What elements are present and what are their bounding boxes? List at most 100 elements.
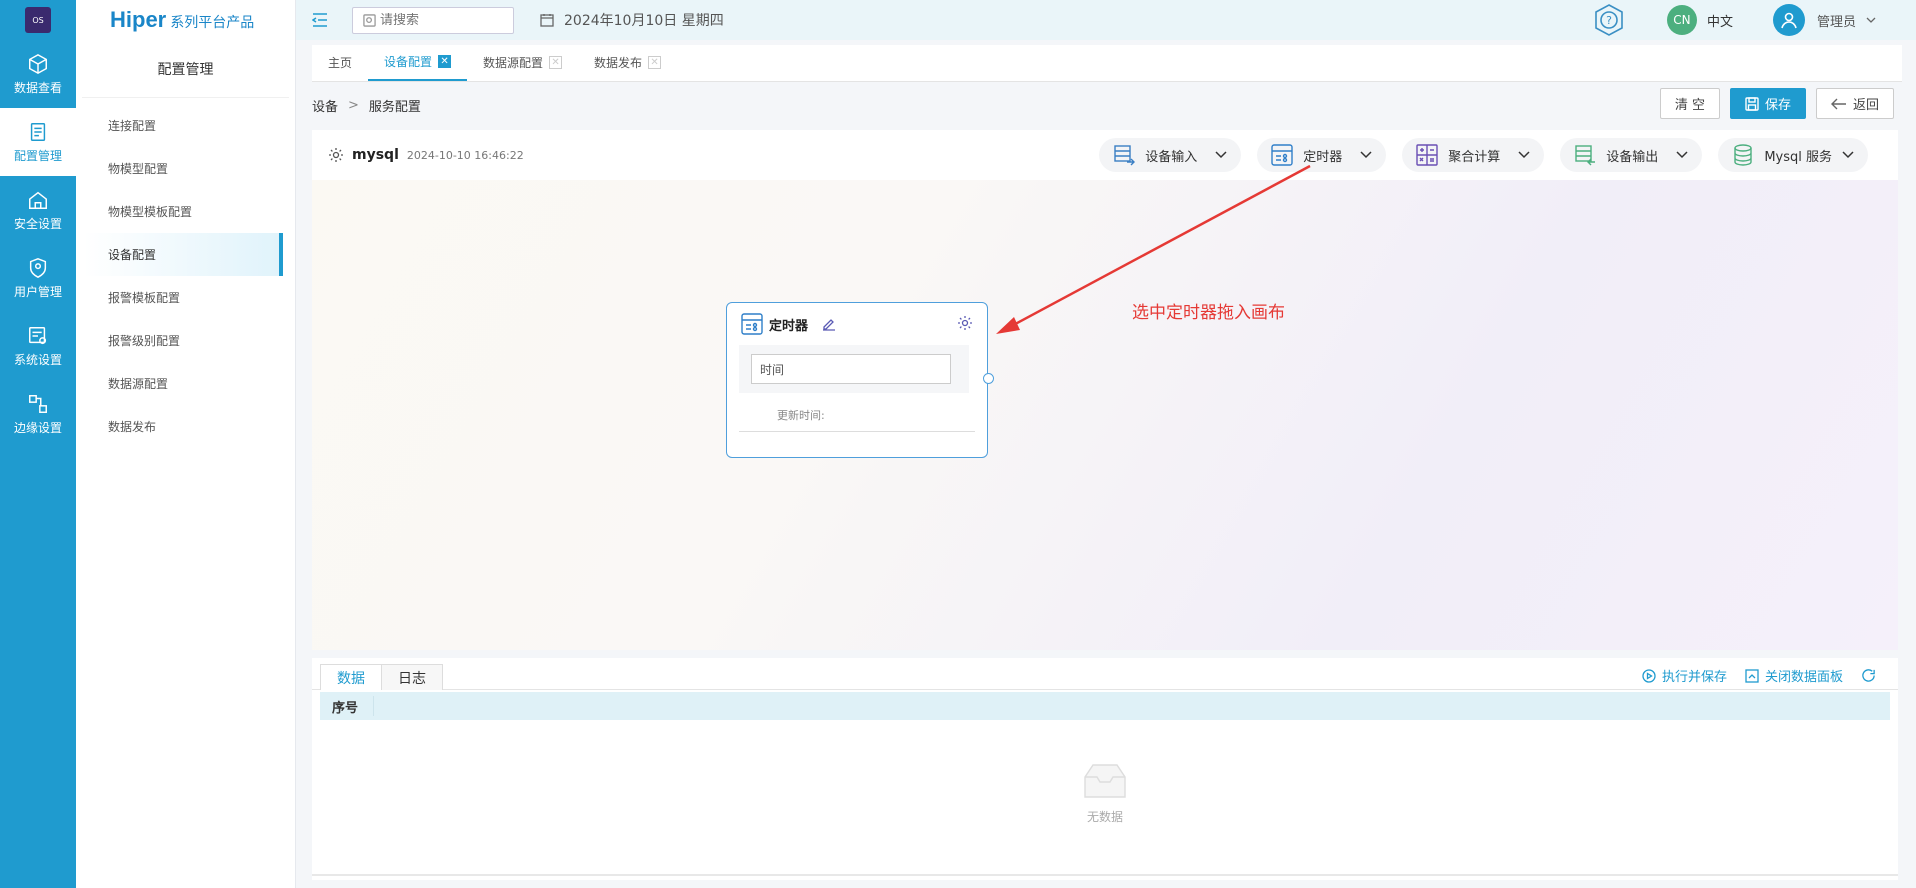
node-toolbar: 设备输入 定时器 聚合计算 设备输出 Mysql 服务 — [1083, 138, 1868, 172]
clear-label: 清 空 — [1674, 98, 1705, 113]
timer-field[interactable]: 时间 — [751, 354, 951, 384]
lock-icon — [29, 191, 47, 209]
edge-icon — [29, 394, 47, 413]
date-display: 2024年10月10日 星期四 — [540, 10, 724, 30]
exec-save-button[interactable]: 执行并保存 — [1642, 666, 1727, 685]
tab-device-config[interactable]: 设备配置 ✕ — [368, 44, 468, 81]
timer-icon — [1271, 144, 1293, 166]
refresh-button[interactable] — [1861, 668, 1882, 683]
user-menu[interactable]: 管理员 — [1772, 4, 1876, 36]
search-box[interactable] — [352, 6, 514, 34]
rail-item-label: 用户管理 — [13, 284, 62, 299]
save-button[interactable]: 保存 — [1729, 88, 1806, 119]
device-input-icon — [1114, 145, 1136, 166]
breadcrumb: 设备 > 服务配置 — [312, 96, 421, 115]
clear-button[interactable]: 清 空 — [1659, 88, 1720, 119]
breadcrumb-current: 服务配置 — [368, 100, 421, 115]
exec-save-label: 执行并保存 — [1661, 670, 1727, 685]
breadcrumb-root[interactable]: 设备 — [312, 96, 338, 115]
play-icon — [1642, 668, 1656, 683]
tab-label: 数据源配置 — [483, 56, 544, 70]
close-icon[interactable]: ✕ — [549, 56, 563, 69]
sidebar-item-device-config[interactable]: 设备配置 — [84, 233, 283, 276]
app-logo: OS — [0, 0, 76, 40]
sidebar-item-thing-model[interactable]: 物模型配置 — [76, 147, 283, 190]
rail-item-config[interactable]: 配置管理 — [0, 108, 76, 176]
rail-item-system[interactable]: 系统设置 — [0, 312, 76, 380]
user-name: 管理员 — [1816, 14, 1856, 30]
cube-icon — [29, 53, 47, 74]
node-aggregate-button[interactable]: 聚合计算 — [1402, 138, 1545, 172]
chevron-down-icon — [1360, 151, 1372, 159]
save-label: 保存 — [1764, 98, 1791, 113]
tab-datasource[interactable]: 数据源配置 ✕ — [467, 44, 578, 81]
search-input[interactable] — [380, 12, 500, 28]
output-port[interactable] — [983, 373, 994, 384]
tab-data[interactable]: 数据 — [320, 664, 382, 690]
shield-icon — [29, 257, 47, 278]
close-icon[interactable]: ✕ — [648, 56, 662, 69]
column-index[interactable]: 序号 — [320, 696, 374, 716]
gear-icon[interactable] — [328, 147, 344, 163]
arrow-left-icon — [1830, 98, 1846, 109]
user-icon — [1781, 12, 1797, 29]
rail-item-security[interactable]: 安全设置 — [0, 176, 76, 244]
lang-label: 中文 — [1706, 14, 1733, 30]
page-tabs: 主页 设备配置 ✕ 数据源配置 ✕ 数据发布 ✕ — [312, 45, 1902, 82]
timer-updated-label: 更新时间: — [739, 393, 975, 432]
sidebar-item-datasource[interactable]: 数据源配置 — [76, 362, 283, 405]
chevron-down-icon — [1215, 151, 1227, 159]
gear-icon[interactable] — [957, 315, 973, 331]
close-panel-button[interactable]: 关闭数据面板 — [1745, 666, 1843, 685]
sidebar-item-alarm-level[interactable]: 报警级别配置 — [76, 319, 283, 362]
horizontal-scrollbar[interactable] — [312, 874, 1898, 876]
language-switch[interactable]: CN 中文 — [1666, 5, 1733, 35]
back-button[interactable]: 返回 — [1815, 88, 1894, 119]
empty-state: 无数据 — [1080, 762, 1130, 825]
timer-node-card[interactable]: 定时器 时间 更新时间: — [726, 302, 994, 458]
left-rail: OS 数据查看 配置管理 安全设置 用户管理 系统设置 边缘设置 — [0, 0, 76, 888]
collapse-icon — [1745, 668, 1759, 683]
close-icon[interactable]: ✕ — [438, 55, 452, 68]
sidebar-item-publish[interactable]: 数据发布 — [76, 405, 283, 448]
calendar-icon — [540, 14, 554, 27]
node-timer-button[interactable]: 定时器 — [1257, 138, 1387, 172]
tab-label: 主页 — [328, 56, 353, 70]
tab-label: 数据发布 — [594, 56, 643, 70]
config-icon — [30, 122, 46, 141]
brand: Hiper 系列平台产品 — [76, 0, 295, 40]
node-label: 聚合计算 — [1448, 149, 1501, 165]
chevron-down-icon — [1518, 151, 1530, 159]
search-icon — [363, 13, 376, 27]
tab-publish[interactable]: 数据发布 ✕ — [578, 44, 677, 81]
edit-icon[interactable] — [822, 317, 836, 331]
tab-log[interactable]: 日志 — [381, 664, 443, 690]
help-icon[interactable]: ? — [1591, 2, 1627, 38]
rail-item-data-view[interactable]: 数据查看 — [0, 40, 76, 108]
sidebar-item-thing-model-template[interactable]: 物模型模板配置 — [76, 190, 283, 233]
tab-home[interactable]: 主页 — [312, 44, 368, 81]
menu-collapse-icon[interactable] — [308, 8, 332, 32]
node-device-output-button[interactable]: 设备输出 — [1560, 138, 1703, 172]
sidebar-item-alarm-template[interactable]: 报警模板配置 — [76, 276, 283, 319]
node-device-input-button[interactable]: 设备输入 — [1099, 138, 1242, 172]
chevron-down-icon — [1676, 151, 1688, 159]
rail-item-users[interactable]: 用户管理 — [0, 244, 76, 312]
node-label: 设备输入 — [1145, 149, 1198, 165]
node-mysql-service-button[interactable]: Mysql 服务 — [1718, 138, 1868, 172]
system-icon — [29, 326, 47, 344]
svg-text:?: ? — [1606, 14, 1612, 27]
rail-item-label: 边缘设置 — [13, 420, 62, 435]
empty-text: 无数据 — [1086, 810, 1123, 824]
action-bar: 清 空 保存 返回 — [1650, 88, 1894, 119]
breadcrumb-sep: > — [348, 98, 359, 113]
rail-item-edge[interactable]: 边缘设置 — [0, 380, 76, 448]
lang-badge: CN — [1666, 5, 1697, 35]
flow-canvas[interactable]: mysql 2024-10-10 16:46:22 设备输入 定时器 聚合计算 … — [312, 130, 1898, 650]
sidebar-item-connection[interactable]: 连接配置 — [76, 104, 283, 147]
brand-sub: 系列平台产品 — [170, 15, 255, 31]
database-icon — [1734, 144, 1753, 166]
top-bar: 2024年10月10日 星期四 ? CN 中文 管理员 — [296, 0, 1916, 40]
top-right: ? CN 中文 管理员 — [1591, 0, 1876, 40]
timer-node-header: 定时器 — [727, 303, 987, 345]
